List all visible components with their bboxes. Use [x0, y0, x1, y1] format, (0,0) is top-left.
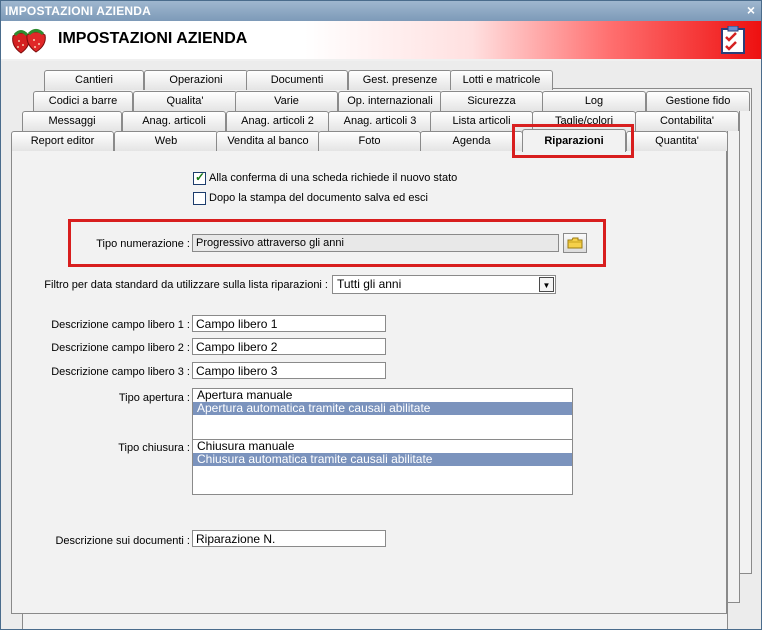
- tab-riparazioni[interactable]: Riparazioni: [522, 129, 626, 152]
- tab-anag-articoli-2[interactable]: Anag. articoli 2: [226, 111, 329, 131]
- browse-numbering-button[interactable]: [563, 233, 587, 253]
- free-field-1-input[interactable]: Campo libero 1: [192, 315, 386, 332]
- confirm-new-state-label: Alla conferma di una scheda richiede il …: [209, 172, 458, 184]
- free-field-3-input[interactable]: Campo libero 3: [192, 362, 386, 379]
- tab-taglie-colori[interactable]: Taglie/colori: [532, 111, 636, 131]
- opening-type-label: Tipo apertura :: [118, 392, 190, 404]
- tab-documenti[interactable]: Documenti: [246, 70, 348, 90]
- tab-agenda[interactable]: Agenda: [420, 131, 523, 151]
- tab-vendita-banco[interactable]: Vendita al banco: [216, 131, 320, 151]
- tab-op-internazionali[interactable]: Op. internazionali: [338, 91, 442, 111]
- strawberry-logo-icon: [12, 29, 46, 54]
- tab-cantieri[interactable]: Cantieri: [44, 70, 144, 90]
- settings-window: IMPOSTAZIONI AZIENDA × IMPOSTAZIONI AZIE…: [0, 0, 762, 630]
- tab-anag-articoli[interactable]: Anag. articoli: [122, 111, 226, 131]
- tab-contabilita[interactable]: Contabilita': [635, 111, 739, 131]
- free-field-3-label: Descrizione campo libero 3 :: [51, 366, 190, 378]
- numbering-type-label: Tipo numerazione :: [96, 238, 190, 250]
- tab-varie[interactable]: Varie: [235, 91, 338, 111]
- tab-log[interactable]: Log: [542, 91, 646, 111]
- header-banner: IMPOSTAZIONI AZIENDA: [1, 21, 761, 59]
- window-title: IMPOSTAZIONI AZIENDA: [5, 4, 151, 18]
- tab-foto[interactable]: Foto: [318, 131, 421, 151]
- tab-lotti-matricole[interactable]: Lotti e matricole: [450, 70, 553, 90]
- confirm-new-state-checkbox[interactable]: ✓: [193, 170, 206, 185]
- save-after-print-checkbox[interactable]: [193, 192, 206, 205]
- close-icon[interactable]: ×: [747, 2, 755, 18]
- free-field-1-label: Descrizione campo libero 1 :: [51, 319, 190, 331]
- date-filter-select[interactable]: Tutti gli anni ▼: [332, 275, 556, 294]
- tab-gestione-fido[interactable]: Gestione fido: [646, 91, 750, 111]
- tab-sicurezza[interactable]: Sicurezza: [440, 91, 543, 111]
- tab-gest-presenze[interactable]: Gest. presenze: [348, 70, 452, 90]
- checkmark-icon: ✓: [195, 170, 206, 184]
- numbering-type-field: Progressivo attraverso gli anni: [192, 234, 559, 252]
- tab-quantita[interactable]: Quantita': [626, 131, 728, 151]
- tab-operazioni[interactable]: Operazioni: [144, 70, 248, 90]
- closing-type-label: Tipo chiusura :: [118, 442, 190, 454]
- doc-description-label: Descrizione sui documenti :: [55, 535, 190, 547]
- tab-messaggi[interactable]: Messaggi: [22, 111, 122, 131]
- date-filter-label: Filtro per data standard da utilizzare s…: [44, 279, 328, 291]
- folder-icon: [567, 237, 583, 249]
- closing-option-automatic[interactable]: Chiusura automatica tramite causali abil…: [193, 453, 572, 466]
- closing-type-list[interactable]: Chiusura manuale Chiusura automatica tra…: [192, 439, 573, 495]
- doc-description-input[interactable]: Riparazione N.: [192, 530, 386, 547]
- free-field-2-label: Descrizione campo libero 2 :: [51, 342, 190, 354]
- tab-qualita[interactable]: Qualita': [133, 91, 237, 111]
- opening-type-list[interactable]: Apertura manuale Apertura automatica tra…: [192, 388, 573, 442]
- tab-lista-articoli[interactable]: Lista articoli: [430, 111, 533, 131]
- tab-anag-articoli-3[interactable]: Anag. articoli 3: [328, 111, 432, 131]
- header-title: IMPOSTAZIONI AZIENDA: [58, 30, 248, 47]
- tab-codici-barre[interactable]: Codici a barre: [33, 91, 133, 111]
- opening-option-automatic[interactable]: Apertura automatica tramite causali abil…: [193, 402, 572, 415]
- tab-web[interactable]: Web: [114, 131, 218, 151]
- tab-report-editor[interactable]: Report editor: [11, 131, 114, 151]
- date-filter-value: Tutti gli anni: [337, 277, 402, 291]
- title-bar: IMPOSTAZIONI AZIENDA ×: [1, 1, 761, 21]
- free-field-2-input[interactable]: Campo libero 2: [192, 338, 386, 355]
- riparazioni-panel: ✓ Alla conferma di una scheda richiede i…: [12, 150, 726, 612]
- checklist-icon[interactable]: [721, 26, 745, 54]
- chevron-down-icon[interactable]: ▼: [539, 277, 554, 292]
- save-after-print-label: Dopo la stampa del documento salva ed es…: [209, 192, 428, 204]
